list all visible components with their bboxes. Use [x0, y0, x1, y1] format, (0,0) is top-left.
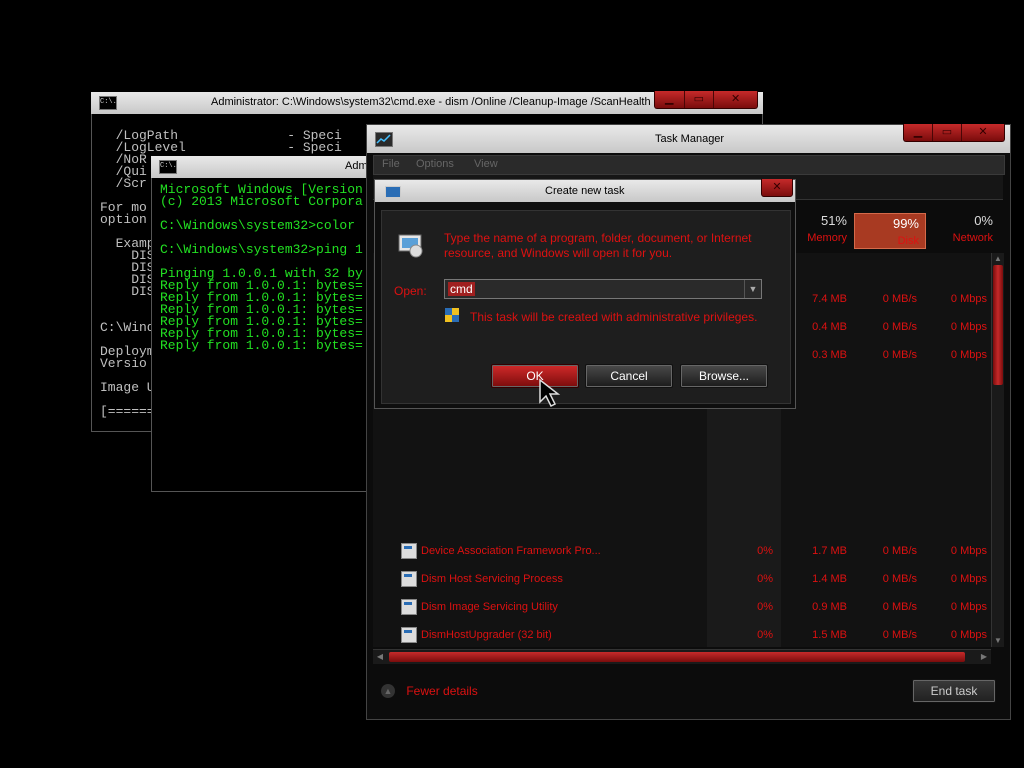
menu-view[interactable]: View: [474, 158, 498, 170]
ok-button[interactable]: OK: [491, 364, 579, 388]
table-row[interactable]: DismHostUpgrader (32 bit) 0% 1.5 MB 0 MB/s 0…: [373, 621, 991, 647]
disk-value: 0 MB/s: [882, 573, 917, 585]
table-row[interactable]: Device Association Framework Pro... 0% 1.7…: [373, 537, 991, 565]
dialog-close-button[interactable]: ✕: [761, 179, 793, 197]
disk-value: 0 MB/s: [882, 601, 917, 613]
process-name: Dism Host Servicing Process: [421, 573, 563, 585]
maximize-icon[interactable]: ▭: [683, 91, 714, 108]
network-value: 0 Mbps: [950, 545, 987, 557]
task-manager-icon: [375, 132, 393, 147]
close-icon[interactable]: ✕: [713, 91, 757, 108]
process-name: DismHostUpgrader (32 bit): [421, 629, 552, 641]
task-manager-titlebar[interactable]: Task Manager ▁ ▭ ✕: [367, 124, 1010, 153]
network-label: Network: [952, 232, 993, 244]
minimize-icon[interactable]: ▁: [655, 91, 684, 108]
table-row[interactable]: Dism Host Servicing Process 0% 1.4 MB 0 MB/…: [373, 565, 991, 593]
browse-button[interactable]: Browse...: [680, 364, 768, 388]
menu-bar: File Options View: [373, 155, 1005, 175]
cpu-value: 0%: [757, 573, 773, 585]
memory-value: 0.9 MB: [812, 601, 847, 613]
memory-value: 1.5 MB: [812, 629, 847, 641]
chevron-down-icon[interactable]: ▼: [744, 280, 761, 298]
menu-options[interactable]: Options: [416, 158, 454, 170]
column-header-disk[interactable]: 99% Disk: [854, 213, 926, 249]
network-percent: 0%: [974, 213, 993, 228]
cpu-value: 0%: [757, 545, 773, 557]
network-value: 0 Mbps: [950, 573, 987, 585]
scroll-down-arrow[interactable]: ▼: [992, 635, 1004, 647]
chevron-up-icon: ▲: [381, 683, 395, 698]
process-icon: [401, 599, 417, 615]
cmd-window-back-titlebar[interactable]: C:\. Administrator: C:\Windows\system32\…: [91, 91, 763, 114]
open-label: Open:: [394, 284, 427, 298]
memory-value: 1.4 MB: [812, 573, 847, 585]
dialog-title: Create new task: [545, 185, 625, 197]
scroll-right-arrow[interactable]: ▶: [977, 650, 991, 664]
close-icon[interactable]: ✕: [961, 124, 1004, 141]
disk-label: Disk: [897, 235, 919, 247]
disk-value: 0 MB/s: [882, 293, 917, 305]
cmd-window-front-title: Adm: [345, 160, 368, 172]
task-manager-title: Task Manager: [655, 133, 725, 145]
disk-value: 0 MB/s: [882, 629, 917, 641]
open-combobox[interactable]: cmd ▼: [444, 279, 762, 299]
dialog-message: Type the name of a program, folder, docu…: [444, 231, 752, 260]
process-icon: [401, 571, 417, 587]
disk-value: 0 MB/s: [882, 545, 917, 557]
maximize-icon[interactable]: ▭: [932, 124, 961, 141]
network-value: 0 Mbps: [950, 629, 987, 641]
cpu-value: 0%: [757, 629, 773, 641]
window-caption-buttons: ▁ ▭ ✕: [903, 124, 1005, 142]
end-task-button[interactable]: End task: [912, 679, 996, 703]
open-input[interactable]: cmd: [448, 282, 475, 296]
column-header-network[interactable]: 0% Network: [929, 213, 995, 249]
horizontal-scrollbar-thumb[interactable]: [389, 652, 965, 662]
create-new-task-dialog[interactable]: Create new task ✕ Type the name of a pro…: [374, 179, 796, 409]
network-value: 0 Mbps: [950, 321, 987, 333]
memory-value: 1.7 MB: [812, 545, 847, 557]
network-value: 0 Mbps: [950, 293, 987, 305]
admin-shield-icon: [444, 307, 460, 323]
dialog-titlebar[interactable]: Create new task ✕: [375, 179, 795, 202]
scroll-up-arrow[interactable]: ▲: [992, 253, 1004, 265]
disk-value: 0 MB/s: [882, 349, 917, 361]
vertical-scrollbar[interactable]: ▲ ▼: [991, 253, 1004, 647]
network-value: 0 Mbps: [950, 349, 987, 361]
mouse-cursor-icon: [538, 378, 564, 408]
disk-value: 0 MB/s: [882, 321, 917, 333]
run-program-icon: [396, 229, 426, 259]
cancel-button[interactable]: Cancel: [585, 364, 673, 388]
menu-file[interactable]: File: [382, 158, 400, 170]
window-caption-buttons: ▁ ▭ ✕: [654, 91, 758, 109]
horizontal-scrollbar[interactable]: ◀ ▶: [373, 649, 991, 664]
process-icon: [401, 627, 417, 643]
fewer-details-link[interactable]: ▲ Fewer details: [381, 683, 478, 701]
run-icon: [385, 186, 401, 198]
disk-percent: 99%: [892, 216, 919, 231]
scrollbar-thumb[interactable]: [993, 265, 1003, 385]
network-value: 0 Mbps: [950, 601, 987, 613]
cmd-window-back-title: Administrator: C:\Windows\system32\cmd.e…: [211, 96, 651, 108]
process-name: Dism Image Servicing Utility: [421, 601, 558, 613]
cpu-value: 0%: [757, 601, 773, 613]
minimize-icon[interactable]: ▁: [904, 124, 932, 141]
table-row[interactable]: Dism Image Servicing Utility 0% 0.9 MB 0 MB…: [373, 593, 991, 621]
console-icon: C:\.: [159, 160, 177, 174]
process-name: Device Association Framework Pro...: [421, 545, 601, 557]
admin-note: This task will be created with administr…: [470, 310, 758, 324]
process-icon: [401, 543, 417, 559]
scroll-left-arrow[interactable]: ◀: [373, 650, 387, 664]
dialog-content: Type the name of a program, folder, docu…: [381, 210, 791, 404]
fewer-details-label: Fewer details: [406, 683, 478, 698]
close-icon[interactable]: ✕: [762, 179, 792, 196]
console-icon: C:\.: [99, 96, 117, 110]
